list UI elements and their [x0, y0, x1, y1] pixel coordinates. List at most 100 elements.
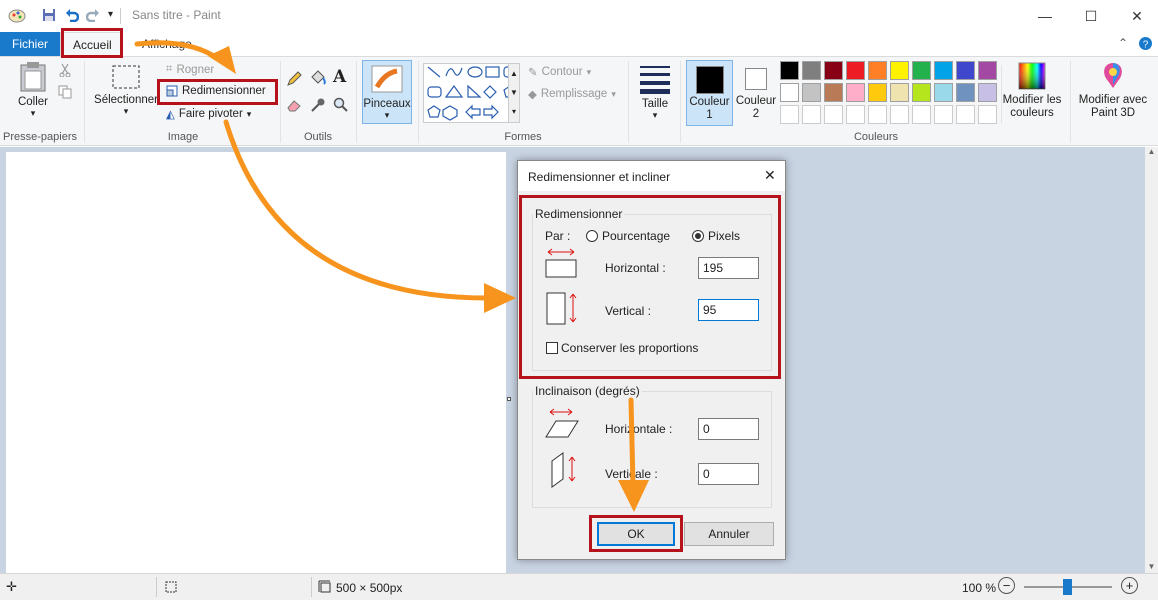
- resize-button[interactable]: Redimensionner: [166, 85, 266, 97]
- keep-ratio-checkbox[interactable]: Conserver les proportions: [546, 341, 698, 355]
- palette-color-swatch[interactable]: [802, 83, 821, 102]
- copy-icon[interactable]: [58, 85, 72, 99]
- scroll-up-icon[interactable]: ▲: [1145, 147, 1158, 156]
- custom-color-slot[interactable]: [846, 105, 865, 124]
- status-bar: ✛ 500 × 500px 100 % − +: [0, 573, 1158, 600]
- paint3d-button[interactable]: Modifier avec Paint 3D: [1074, 61, 1152, 120]
- maximize-button[interactable]: ☐: [1068, 0, 1114, 32]
- collapse-ribbon-icon[interactable]: ⌃: [1118, 36, 1128, 50]
- skew-horizontal-input[interactable]: 0: [698, 418, 759, 440]
- dialog-close-icon[interactable]: ✕: [764, 167, 776, 184]
- vertical-scrollbar[interactable]: ▲ ▼: [1145, 147, 1158, 573]
- undo-icon[interactable]: [65, 8, 79, 22]
- palette-color-swatch[interactable]: [978, 83, 997, 102]
- color1-button[interactable]: Couleur 1: [686, 60, 733, 126]
- custom-color-slot[interactable]: [802, 105, 821, 124]
- zoom-in-icon[interactable]: +: [1121, 577, 1138, 594]
- custom-color-slot[interactable]: [978, 105, 997, 124]
- tab-file[interactable]: Fichier: [0, 32, 61, 56]
- shapes-gallery[interactable]: [423, 63, 519, 123]
- custom-color-slot[interactable]: [824, 105, 843, 124]
- custom-color-slot[interactable]: [956, 105, 975, 124]
- color1-swatch: [695, 66, 724, 94]
- canvas-resize-handle[interactable]: [507, 397, 511, 401]
- paste-button[interactable]: Coller ▾: [10, 61, 56, 119]
- palette-color-swatch[interactable]: [912, 61, 931, 80]
- size-button[interactable]: Taille ▾: [634, 63, 676, 121]
- palette-color-swatch[interactable]: [846, 61, 865, 80]
- rotate-button[interactable]: ◭ Faire pivoter ▾: [166, 107, 251, 121]
- percentage-label: Pourcentage: [602, 229, 671, 243]
- skew-vertical-label: Verticale :: [605, 467, 658, 481]
- percentage-radio[interactable]: Pourcentage: [586, 229, 670, 243]
- zoom-slider-thumb[interactable]: [1063, 579, 1072, 595]
- window-title: Sans titre - Paint: [132, 8, 221, 22]
- brushes-dropdown-icon: ▾: [384, 110, 390, 120]
- zoom-out-icon[interactable]: −: [998, 577, 1015, 594]
- color-picker-icon[interactable]: [310, 97, 326, 113]
- text-tool-icon[interactable]: A: [333, 67, 346, 87]
- edit-colors-label: Modifier les couleurs: [1002, 94, 1062, 119]
- palette-color-swatch[interactable]: [868, 83, 887, 102]
- custom-color-slot[interactable]: [868, 105, 887, 124]
- redo-icon[interactable]: [86, 8, 100, 22]
- palette-color-swatch[interactable]: [890, 61, 909, 80]
- edit-colors-button[interactable]: Modifier les couleurs: [1000, 61, 1064, 120]
- color2-button[interactable]: Couleur 2: [735, 60, 777, 126]
- palette-color-swatch[interactable]: [868, 61, 887, 80]
- save-icon[interactable]: [42, 8, 56, 22]
- palette-color-swatch[interactable]: [824, 61, 843, 80]
- clipboard-icon: [20, 62, 46, 92]
- ok-button[interactable]: OK: [597, 522, 675, 546]
- custom-color-slot[interactable]: [780, 105, 799, 124]
- scroll-down-icon[interactable]: ▼: [1145, 562, 1158, 571]
- palette-color-swatch[interactable]: [956, 61, 975, 80]
- group-separator: [628, 61, 629, 143]
- outline-button[interactable]: ✎ Contour ▾: [528, 65, 591, 79]
- tab-view[interactable]: Affichage: [130, 32, 204, 56]
- fill-dropdown-icon: ▾: [611, 88, 616, 99]
- shapes-icons: [427, 66, 517, 121]
- eraser-icon[interactable]: [286, 98, 302, 112]
- help-icon[interactable]: ?: [1138, 36, 1153, 51]
- cancel-button[interactable]: Annuler: [684, 522, 774, 546]
- drawing-canvas[interactable]: [6, 152, 506, 573]
- palette-color-swatch[interactable]: [780, 61, 799, 80]
- palette-color-swatch[interactable]: [956, 83, 975, 102]
- custom-color-slot[interactable]: [912, 105, 931, 124]
- palette-color-swatch[interactable]: [978, 61, 997, 80]
- shapes-scroll[interactable]: ▲ ▼ ▾: [508, 63, 520, 123]
- palette-color-swatch[interactable]: [802, 61, 821, 80]
- cut-icon[interactable]: [59, 63, 71, 77]
- fill-button[interactable]: ◆ Remplissage ▾: [528, 87, 616, 101]
- skew-vertical-input[interactable]: 0: [698, 463, 759, 485]
- resize-icon: [166, 85, 178, 97]
- brushes-button[interactable]: Pinceaux ▾: [362, 60, 412, 124]
- palette-color-swatch[interactable]: [934, 83, 953, 102]
- custom-color-slot[interactable]: [890, 105, 909, 124]
- quick-access-dropdown-icon[interactable]: ▾: [108, 9, 113, 20]
- custom-color-slot[interactable]: [934, 105, 953, 124]
- horizontal-input[interactable]: 195: [698, 257, 759, 279]
- close-button[interactable]: ✕: [1114, 0, 1158, 32]
- dialog-title-bar: Redimensionner et incliner ✕: [518, 161, 785, 191]
- palette-color-swatch[interactable]: [890, 83, 909, 102]
- pixels-radio[interactable]: Pixels: [692, 229, 740, 243]
- palette-color-swatch[interactable]: [934, 61, 953, 80]
- minimize-button[interactable]: —: [1022, 0, 1068, 32]
- fill-bucket-icon[interactable]: [309, 69, 327, 87]
- image-size-icon: [318, 580, 331, 593]
- tab-home[interactable]: Accueil: [60, 32, 122, 56]
- vertical-input[interactable]: 95: [698, 299, 759, 321]
- palette-color-swatch[interactable]: [780, 83, 799, 102]
- group-separator: [84, 61, 85, 143]
- outline-label: Contour: [541, 66, 583, 78]
- crop-button[interactable]: ⌗ Rogner: [166, 63, 214, 76]
- palette-color-swatch[interactable]: [846, 83, 865, 102]
- pencil-icon[interactable]: [286, 71, 302, 87]
- magnifier-icon[interactable]: [333, 97, 349, 113]
- outline-icon: ✎: [528, 67, 538, 79]
- select-button[interactable]: Sélectionner ▾: [92, 63, 160, 117]
- palette-color-swatch[interactable]: [912, 83, 931, 102]
- palette-color-swatch[interactable]: [824, 83, 843, 102]
